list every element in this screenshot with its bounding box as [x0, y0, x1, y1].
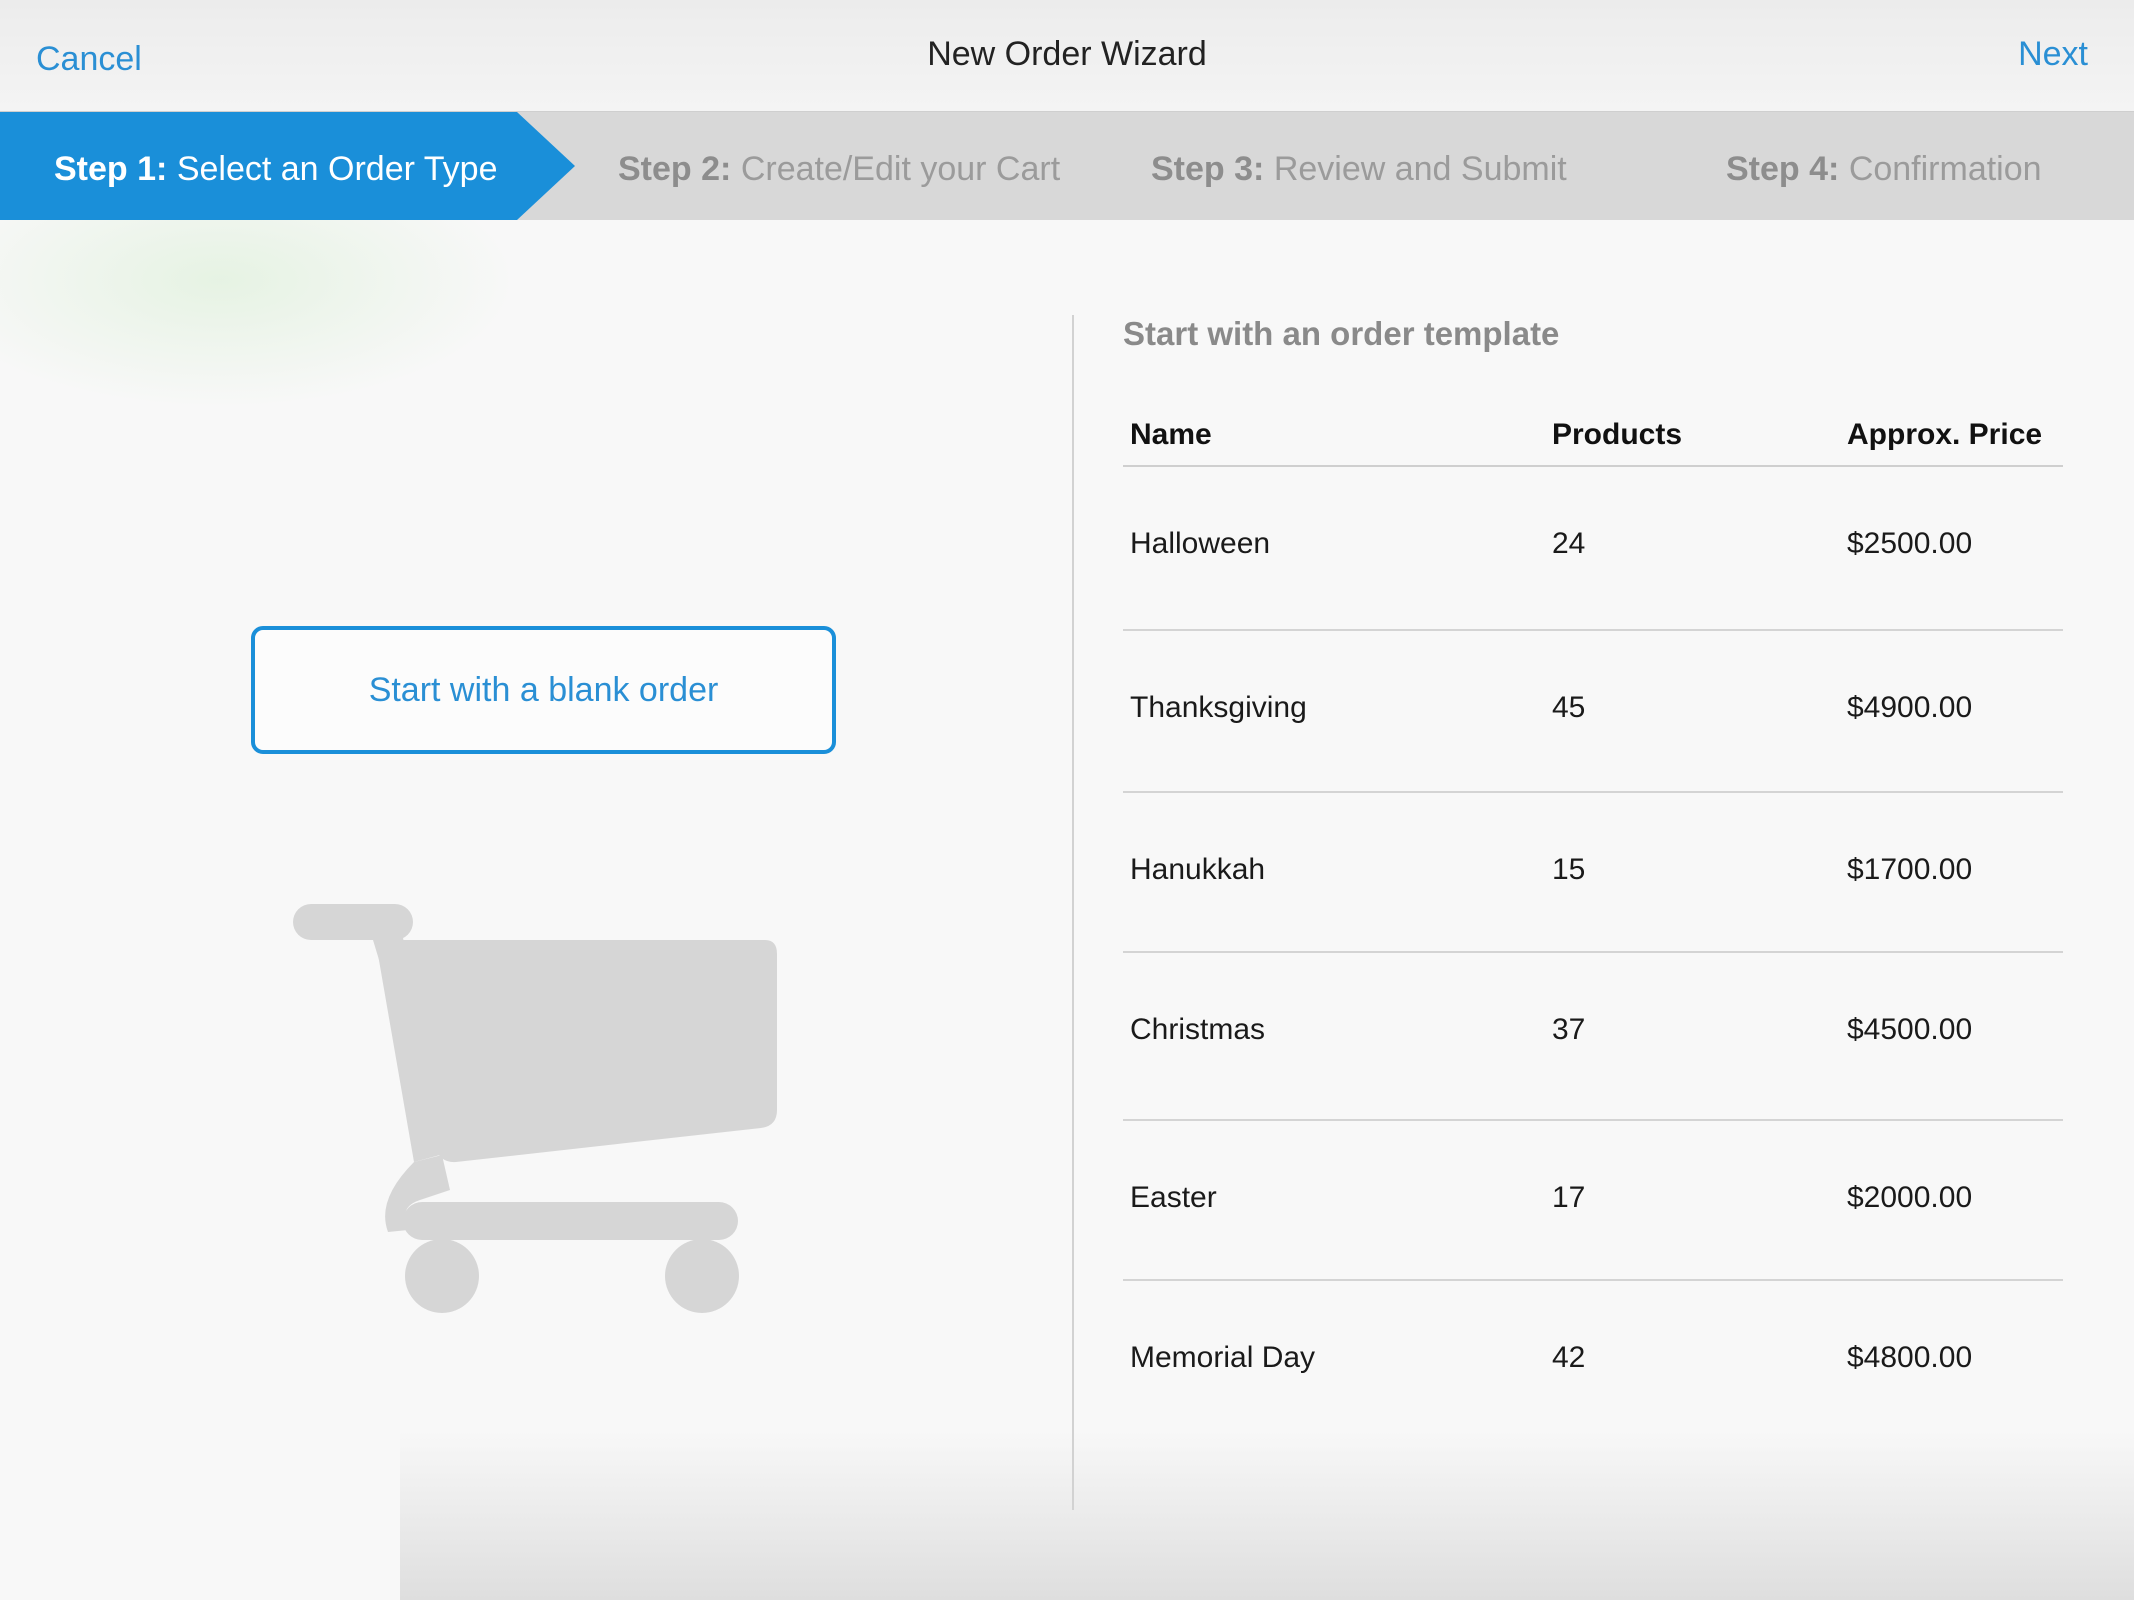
template-price: $1700.00	[1847, 853, 1973, 886]
step-1[interactable]: Step 1: Select an Order Type	[54, 150, 497, 189]
template-products: 24	[1552, 527, 1586, 560]
next-button[interactable]: Next	[2018, 35, 2088, 74]
table-row[interactable]: Easter 17 $2000.00	[1123, 1121, 2063, 1281]
table-row[interactable]: Hanukkah 15 $1700.00	[1123, 793, 2063, 953]
template-name: Easter	[1130, 1181, 1217, 1214]
template-price: $4800.00	[1847, 1341, 1973, 1374]
start-blank-order-button[interactable]: Start with a blank order	[251, 626, 836, 754]
pane-divider	[1072, 315, 1074, 1510]
template-price: $2000.00	[1847, 1181, 1973, 1214]
step-2-label: Create/Edit your Cart	[740, 150, 1061, 188]
table-row[interactable]: Memorial Day 42 $4800.00	[1123, 1281, 2063, 1441]
step-2[interactable]: Step 2: Create/Edit your Cart	[618, 150, 1060, 189]
table-header: Name Products Approx. Price	[1123, 410, 2063, 467]
step-3-label: Review and Submit	[1273, 150, 1567, 188]
template-price: $4500.00	[1847, 1013, 1973, 1046]
template-name: Halloween	[1130, 527, 1271, 560]
background-shade	[400, 1430, 2134, 1600]
shopping-cart-icon	[293, 904, 777, 1313]
template-name: Christmas	[1130, 1013, 1266, 1046]
step-2-number: Step 2:	[618, 150, 732, 188]
template-price: $2500.00	[1847, 527, 1973, 560]
template-price: $4900.00	[1847, 691, 1973, 724]
template-name: Memorial Day	[1130, 1341, 1316, 1374]
template-products: 15	[1552, 853, 1586, 886]
template-name: Hanukkah	[1130, 853, 1266, 886]
template-products: 17	[1552, 1181, 1586, 1214]
step-1-label: Select an Order Type	[176, 150, 498, 188]
column-header-products: Products	[1552, 418, 1683, 451]
wizard-step-bar: Step 1: Select an Order Type Step 2: Cre…	[0, 112, 2134, 220]
template-products: 37	[1552, 1013, 1586, 1046]
step-3-number: Step 3:	[1151, 150, 1265, 188]
page-title: New Order Wizard	[927, 35, 1207, 73]
table-row[interactable]: Halloween 24 $2500.00	[1123, 467, 2063, 631]
order-template-table: Name Products Approx. Price Halloween 24…	[1123, 410, 2063, 1441]
step-3[interactable]: Step 3: Review and Submit	[1151, 150, 1567, 189]
navigation-bar: Cancel New Order Wizard Next	[0, 0, 2134, 112]
step-4[interactable]: Step 4: Confirmation	[1726, 150, 2042, 189]
template-products: 45	[1552, 691, 1586, 724]
column-header-price: Approx. Price	[1847, 418, 2043, 451]
table-row[interactable]: Thanksgiving 45 $4900.00	[1123, 631, 2063, 793]
template-name: Thanksgiving	[1130, 691, 1307, 724]
step-4-label: Confirmation	[1848, 150, 2042, 188]
table-row[interactable]: Christmas 37 $4500.00	[1123, 953, 2063, 1121]
column-header-name: Name	[1130, 418, 1212, 451]
step-1-number: Step 1:	[54, 150, 168, 188]
template-products: 42	[1552, 1341, 1586, 1374]
template-section-heading: Start with an order template	[1123, 315, 1560, 352]
step-4-number: Step 4:	[1726, 150, 1840, 188]
